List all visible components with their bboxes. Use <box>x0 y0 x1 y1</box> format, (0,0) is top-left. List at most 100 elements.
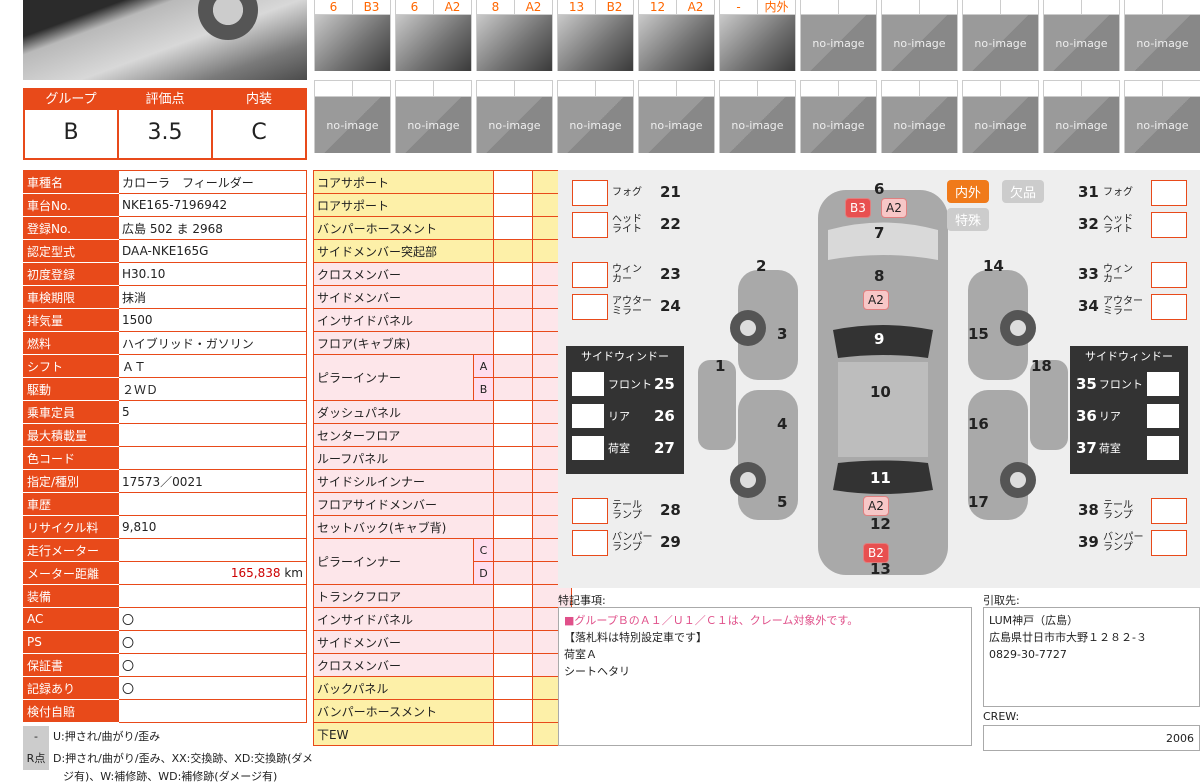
spec-key: AC <box>23 607 119 631</box>
top-photo-thumb[interactable]: no-image <box>800 0 877 71</box>
panel-2[interactable]: 2 <box>756 257 766 275</box>
panel-9[interactable]: 9 <box>874 330 884 348</box>
frame-part-cell-left[interactable] <box>493 308 533 332</box>
panel-12[interactable]: 12 <box>870 515 891 533</box>
top-photo-thumb[interactable]: 6 B3 <box>314 0 391 71</box>
top-photo-thumb[interactable]: no-image <box>1124 0 1200 71</box>
panel-4[interactable]: 4 <box>777 415 787 433</box>
light-box-right-32[interactable] <box>1151 212 1187 238</box>
panel-7[interactable]: 7 <box>874 224 884 242</box>
top-photo-thumb[interactable]: no-image <box>881 0 958 71</box>
panel-15[interactable]: 15 <box>968 325 989 343</box>
bottom-photo-thumb[interactable]: no-image <box>881 80 958 153</box>
light-box-right-33[interactable] <box>1151 262 1187 288</box>
bottom-photo-thumb[interactable]: no-image <box>476 80 553 153</box>
frame-part-cell-left[interactable] <box>493 699 533 723</box>
frame-part-cell-left[interactable] <box>493 216 533 240</box>
damage-chip-8-a2[interactable]: A2 <box>863 290 889 310</box>
top-photo-thumb[interactable]: - 内外 <box>719 0 796 71</box>
frame-part-cell-left[interactable] <box>493 193 533 217</box>
bottom-photo-thumb[interactable]: no-image <box>719 80 796 153</box>
frame-part-cell-left[interactable] <box>493 446 533 470</box>
bottom-photo-thumb[interactable]: no-image <box>962 80 1039 153</box>
frame-part-cell-left[interactable] <box>493 653 533 677</box>
panel-1[interactable]: 1 <box>715 357 725 375</box>
side-left-cargo[interactable]: 荷室 27 <box>566 432 684 464</box>
top-photo-thumb[interactable]: 6 A2 <box>395 0 472 71</box>
damage-chip-12-a2[interactable]: A2 <box>863 496 889 516</box>
panel-8[interactable]: 8 <box>874 267 884 285</box>
side-left-front[interactable]: フロント 25 <box>566 368 684 400</box>
bottom-photo-thumb[interactable]: no-image <box>800 80 877 153</box>
frame-part-cell-left[interactable] <box>493 170 533 194</box>
top-photo-thumb[interactable]: 8 A2 <box>476 0 553 71</box>
frame-part-cell-left[interactable] <box>493 584 533 608</box>
panel-11[interactable]: 11 <box>870 469 891 487</box>
light-num-right-32: 32 <box>1078 215 1099 233</box>
frame-part-cell-left[interactable] <box>493 331 533 355</box>
grade-interior-label: 内装 <box>213 90 305 110</box>
frame-part-cell-left[interactable] <box>493 469 533 493</box>
tag-special[interactable]: 特殊 <box>947 208 990 231</box>
damage-chip-6-b3[interactable]: B3 <box>845 198 871 218</box>
panel-10[interactable]: 10 <box>870 383 891 401</box>
tag-missing[interactable]: 欠品 <box>1002 180 1045 203</box>
tag-inout[interactable]: 内外 <box>947 180 990 203</box>
side-left-rear[interactable]: リア 26 <box>566 400 684 432</box>
bottom-photo-thumb[interactable]: no-image <box>638 80 715 153</box>
top-photo-thumb[interactable]: no-image <box>962 0 1039 71</box>
spec-value <box>118 446 307 470</box>
light-box-left-22[interactable] <box>572 212 608 238</box>
light-box-left-29[interactable] <box>572 530 608 556</box>
frame-part-cell-left[interactable] <box>493 538 533 562</box>
frame-part-cell-left[interactable] <box>493 262 533 286</box>
frame-part-cell-left[interactable] <box>493 676 533 700</box>
light-box-left-23[interactable] <box>572 262 608 288</box>
top-photo-thumb[interactable]: 13 B2 <box>557 0 634 71</box>
bottom-photo-thumb[interactable]: no-image <box>314 80 391 153</box>
frame-part-cell-left[interactable] <box>493 515 533 539</box>
damage-diagram: 6 7 8 9 10 11 12 13 1 2 3 4 5 14 15 16 1… <box>558 170 1200 588</box>
side-right-rear[interactable]: 36 リア <box>1070 400 1188 432</box>
frame-part-cell-left[interactable] <box>493 377 533 401</box>
damage-chip-6-a2[interactable]: A2 <box>881 198 907 218</box>
top-photo-thumb[interactable]: no-image <box>1043 0 1120 71</box>
light-box-right-39[interactable] <box>1151 530 1187 556</box>
side-right-cargo[interactable]: 37 荷室 <box>1070 432 1188 464</box>
spec-key: 登録No. <box>23 216 119 240</box>
top-photo-thumb[interactable]: 12 A2 <box>638 0 715 71</box>
photo-thumb-grade <box>1163 81 1200 96</box>
frame-part-cell-left[interactable] <box>493 354 533 378</box>
panel-14[interactable]: 14 <box>983 257 1004 275</box>
frame-part-cell-left[interactable] <box>493 607 533 631</box>
light-box-left-21[interactable] <box>572 180 608 206</box>
frame-part-cell-left[interactable] <box>493 561 533 585</box>
bottom-photo-thumb[interactable]: no-image <box>395 80 472 153</box>
light-box-right-31[interactable] <box>1151 180 1187 206</box>
panel-3[interactable]: 3 <box>777 325 787 343</box>
frame-part-cell-left[interactable] <box>493 492 533 516</box>
bottom-photo-thumb[interactable]: no-image <box>1124 80 1200 153</box>
side-right-front[interactable]: 35 フロント <box>1070 368 1188 400</box>
light-box-right-38[interactable] <box>1151 498 1187 524</box>
panel-16[interactable]: 16 <box>968 415 989 433</box>
light-box-left-24[interactable] <box>572 294 608 320</box>
frame-part-cell-left[interactable] <box>493 239 533 263</box>
panel-17[interactable]: 17 <box>968 493 989 511</box>
panel-5[interactable]: 5 <box>777 493 787 511</box>
photo-thumb-panel <box>882 0 920 14</box>
frame-part-cell-left[interactable] <box>493 423 533 447</box>
frame-part-cell-left[interactable] <box>493 400 533 424</box>
panel-6[interactable]: 6 <box>874 180 884 198</box>
bottom-photo-thumb[interactable]: no-image <box>1043 80 1120 153</box>
panel-18[interactable]: 18 <box>1031 357 1052 375</box>
bottom-photo-thumb[interactable]: no-image <box>557 80 634 153</box>
light-box-left-28[interactable] <box>572 498 608 524</box>
damage-chip-13-b2[interactable]: B2 <box>863 543 889 563</box>
frame-part-cell-left[interactable] <box>493 630 533 654</box>
main-car-photo[interactable] <box>23 0 307 80</box>
light-box-right-34[interactable] <box>1151 294 1187 320</box>
frame-part-cell-left[interactable] <box>493 722 533 746</box>
photo-thumb-header: 12 A2 <box>639 0 714 15</box>
frame-part-cell-left[interactable] <box>493 285 533 309</box>
